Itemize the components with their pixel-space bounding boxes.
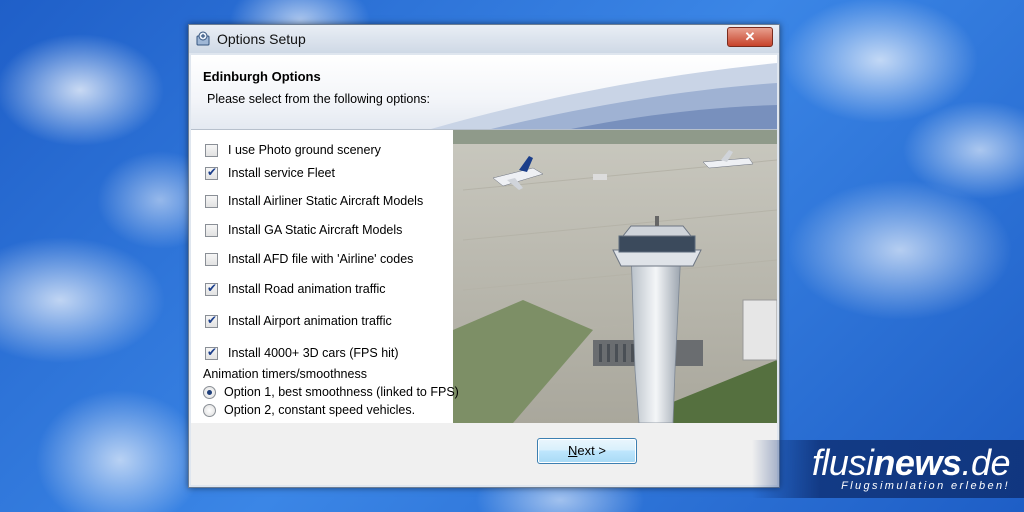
checkbox-label: Install Airliner Static Aircraft Models [228,194,424,208]
header-subtitle: Please select from the following options… [207,92,431,106]
close-button[interactable]: ✕ [727,27,773,47]
checkbox-label: Install Road animation traffic [228,282,386,296]
options-panel: I use Photo ground scenery Install servi… [191,129,777,424]
title-bar[interactable]: Options Setup ✕ [189,25,779,53]
checkbox-label: Install Airport animation traffic [228,314,392,328]
window-title: Options Setup [217,31,306,47]
checkbox-3d-cars[interactable]: Install 4000+ 3D cars (FPS hit) [205,344,399,362]
checkbox-service-fleet[interactable]: Install service Fleet [205,164,335,182]
watermark-logo-text: flusinews.de [811,442,1011,484]
radio-option-1-button[interactable] [203,385,216,399]
checkbox-ga-static[interactable]: Install GA Static Aircraft Models [205,221,402,239]
checkbox-airliner-static[interactable]: Install Airliner Static Aircraft Models [205,192,423,210]
animation-group-label: Animation timers/smoothness [203,367,367,381]
setup-app-icon [196,31,210,46]
dialog-client-area: Edinburgh Options Please select from the… [191,55,777,485]
checkbox-airport-traffic-box[interactable] [205,313,218,328]
radio-option-2-button[interactable] [203,403,216,417]
checkbox-afd-file[interactable]: Install AFD file with 'Airline' codes [205,250,413,268]
checkbox-road-traffic-box[interactable] [205,281,218,296]
airport-tower-photo [453,130,777,423]
logo-part-suffix: .de [961,442,1010,483]
options-setup-window: Options Setup ✕ Edinburgh Options Please… [188,24,780,488]
logo-part-regular: flusi [811,442,874,483]
flusinews-watermark: flusinews.de Flugsimulation erleben! [752,440,1024,498]
checkbox-label: I use Photo ground scenery [228,143,381,157]
radio-option-2[interactable]: Option 2, constant speed vehicles. [203,403,415,417]
radio-label: Option 1, best smoothness (linked to FPS… [224,385,459,399]
next-mnemonic: N [568,443,578,458]
next-button[interactable]: Next > [537,438,637,464]
checkbox-3d-cars-box[interactable] [205,345,218,360]
close-icon: ✕ [744,29,756,44]
header-title: Edinburgh Options [203,69,321,84]
checkbox-label: Install 4000+ 3D cars (FPS hit) [228,346,399,360]
checkbox-label: Install service Fleet [228,166,335,180]
dialog-header: Edinburgh Options Please select from the… [191,55,777,129]
watermark-tagline: Flugsimulation erleben! [841,480,1010,492]
checkbox-service-fleet-box[interactable] [205,165,218,180]
checkbox-label: Install GA Static Aircraft Models [228,223,403,237]
checkbox-label: Install AFD file with 'Airline' codes [228,252,414,266]
checkbox-ga-static-box[interactable] [205,223,218,237]
checkbox-airliner-static-box[interactable] [205,194,218,208]
checkbox-afd-file-box[interactable] [205,252,218,266]
checkbox-photo-scenery-box[interactable] [205,143,218,157]
radio-label: Option 2, constant speed vehicles. [224,403,416,417]
radio-option-1[interactable]: Option 1, best smoothness (linked to FPS… [203,385,459,399]
checkbox-photo-scenery[interactable]: I use Photo ground scenery [205,141,381,159]
checkbox-airport-traffic[interactable]: Install Airport animation traffic [205,312,392,330]
next-label: ext > [577,443,606,458]
checkbox-road-traffic[interactable]: Install Road animation traffic [205,280,386,298]
dialog-footer: Next > [191,423,777,485]
logo-part-bold: news [873,442,962,483]
